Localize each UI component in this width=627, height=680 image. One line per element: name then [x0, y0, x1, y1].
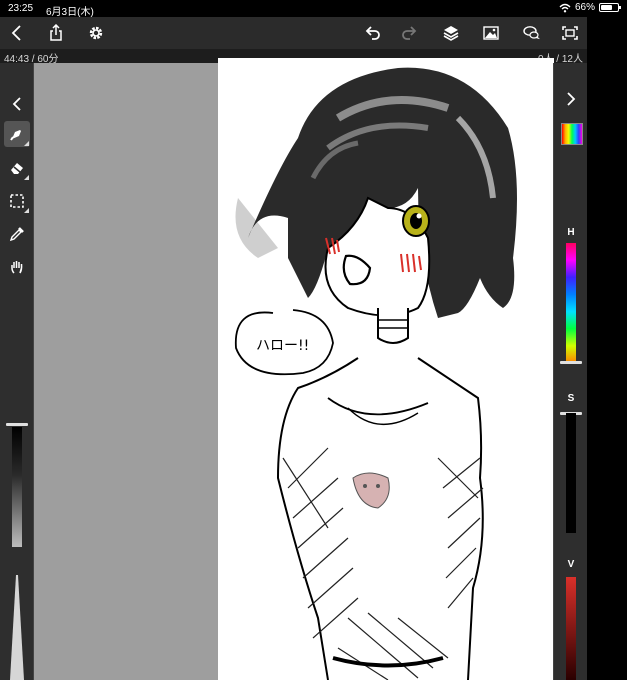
screen-edge: [587, 17, 627, 680]
hand-icon[interactable]: [4, 254, 30, 280]
fullscreen-icon[interactable]: [558, 21, 582, 45]
battery-icon: [599, 3, 621, 12]
speech-text: ハロー!!: [256, 338, 309, 354]
selection-icon[interactable]: [4, 188, 30, 214]
eraser-icon[interactable]: [4, 155, 30, 181]
hue-label: H: [567, 227, 575, 238]
battery-fill: [601, 5, 612, 10]
battery-percent: 66%: [574, 2, 595, 13]
layers-icon[interactable]: [439, 21, 463, 45]
eraser-submenu-indicator: [24, 175, 29, 180]
drawing-canvas[interactable]: ハロー!!: [218, 58, 554, 680]
saturation-slider[interactable]: [566, 413, 576, 533]
value-label: V: [567, 559, 575, 570]
status-bar: 23:25 6月3日(木) 66%: [0, 0, 627, 18]
brush-opacity-slider[interactable]: [12, 427, 22, 547]
brush-submenu-indicator: [24, 141, 29, 146]
back-icon[interactable]: [4, 21, 28, 45]
tool-panel: [0, 63, 34, 680]
brush-size-slider[interactable]: [9, 575, 25, 680]
brush-opacity-knob[interactable]: [6, 423, 28, 426]
chat-icon[interactable]: [519, 21, 543, 45]
share-icon[interactable]: [44, 21, 68, 45]
settings-icon[interactable]: [84, 21, 108, 45]
top-toolbar: [0, 17, 587, 49]
color-palette-icon[interactable]: [561, 123, 583, 145]
status-date: 6月3日(木): [46, 7, 94, 18]
image-icon[interactable]: [479, 21, 503, 45]
selection-submenu-indicator: [24, 208, 29, 213]
hue-slider[interactable]: [566, 243, 576, 363]
status-time: 23:25: [8, 3, 34, 14]
undo-icon[interactable]: [360, 21, 384, 45]
wifi-icon: [559, 3, 571, 12]
redo-icon[interactable]: [398, 21, 422, 45]
artwork: ハロー!!: [234, 67, 517, 680]
saturation-label: S: [567, 393, 575, 404]
brush-icon[interactable]: [4, 121, 30, 147]
color-panel: H S V: [553, 63, 587, 680]
collapse-right-icon[interactable]: [558, 86, 584, 112]
status-right: 66%: [559, 2, 621, 13]
hue-knob[interactable]: [560, 360, 582, 364]
value-slider[interactable]: [566, 577, 576, 680]
collapse-left-icon[interactable]: [4, 91, 30, 117]
eyedropper-icon[interactable]: [4, 221, 30, 247]
